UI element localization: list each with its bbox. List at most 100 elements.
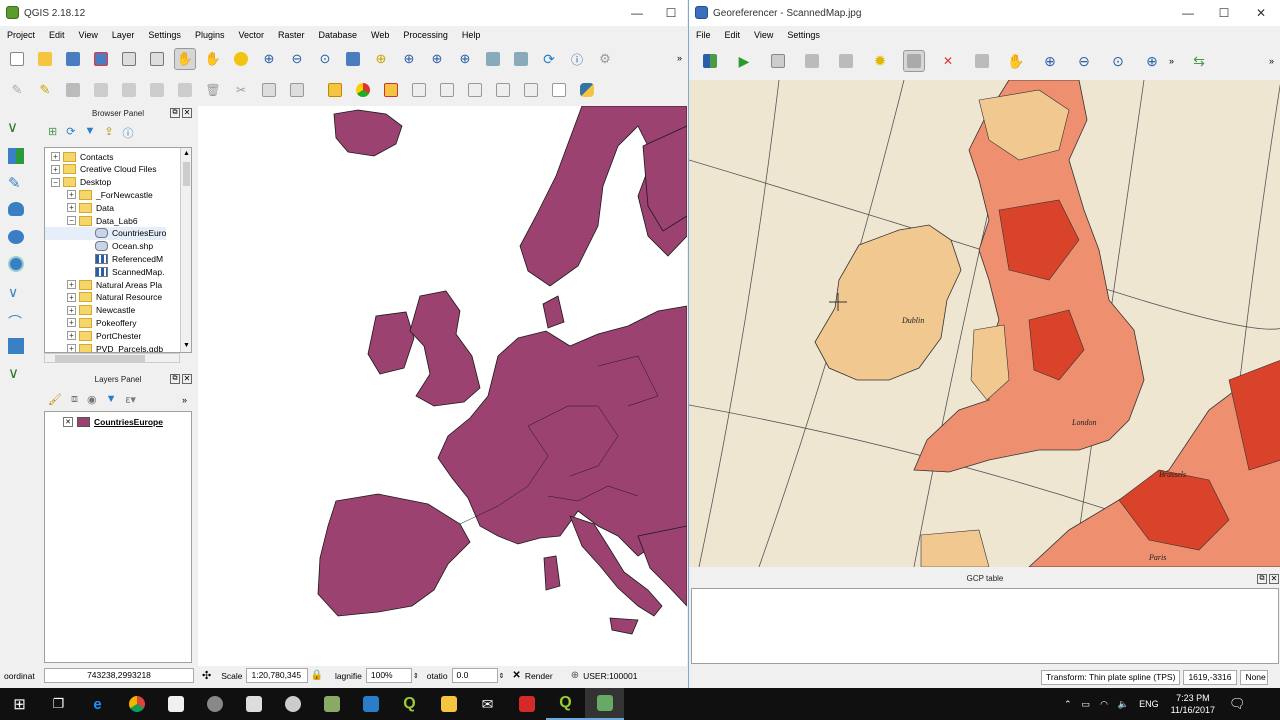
- georef-close-button[interactable]: ✕: [1246, 0, 1276, 26]
- refresh-browser-icon[interactable]: ⟳: [66, 125, 75, 141]
- start-button[interactable]: ⊞: [0, 688, 39, 720]
- add-wfs-icon[interactable]: ⌒: [8, 312, 22, 332]
- save-as-button[interactable]: [90, 48, 112, 70]
- rotation-field[interactable]: 0.0: [451, 668, 498, 683]
- add-wcs-icon[interactable]: ∨: [8, 284, 18, 301]
- qgis-maximize-button[interactable]: ☐: [656, 0, 686, 26]
- georef-toolbar-overflow-2-icon[interactable]: »: [1269, 56, 1274, 66]
- rotate-label-button[interactable]: [464, 79, 486, 101]
- paint-taskbar-button[interactable]: [273, 688, 312, 720]
- add-feature-button[interactable]: [90, 79, 112, 101]
- layer-visibility-checkbox[interactable]: ✕: [63, 417, 73, 427]
- language-indicator[interactable]: ENG: [1139, 699, 1159, 709]
- zoom-native-button[interactable]: ⊙: [314, 48, 336, 70]
- browser-hscrollbar[interactable]: [44, 353, 180, 363]
- menu-project[interactable]: Project: [0, 30, 42, 40]
- add-selected-layers-icon[interactable]: ⊞: [48, 125, 57, 141]
- browser-item[interactable]: + Pokeoffery: [45, 316, 136, 329]
- add-raster-layer-icon[interactable]: [8, 148, 24, 164]
- browser-item[interactable]: + Data: [45, 201, 114, 214]
- move-feature-button[interactable]: [146, 79, 168, 101]
- file-explorer-taskbar-button[interactable]: [429, 688, 468, 720]
- action-center-icon[interactable]: 🗨: [1229, 696, 1246, 712]
- qgis-desktop-taskbar-button[interactable]: Q: [390, 688, 429, 720]
- georef-menu-view[interactable]: View: [747, 30, 780, 40]
- chrome-taskbar-button[interactable]: [117, 688, 156, 720]
- gcp-table[interactable]: [691, 588, 1279, 664]
- georef-taskbar-button[interactable]: [585, 688, 624, 720]
- store-taskbar-button[interactable]: [156, 688, 195, 720]
- composer-manager-button[interactable]: [146, 48, 168, 70]
- georef-menu-file[interactable]: File: [689, 30, 718, 40]
- add-postgis-icon[interactable]: [8, 202, 24, 216]
- network-icon[interactable]: ▭: [1082, 699, 1091, 710]
- add-wms-icon[interactable]: [8, 256, 24, 272]
- action-button[interactable]: ⚙: [594, 48, 616, 70]
- lock-scale-icon[interactable]: 🔒: [310, 670, 322, 681]
- zoom-out-button[interactable]: ⊖: [286, 48, 308, 70]
- volume-icon[interactable]: 🔈: [1118, 699, 1129, 710]
- refresh-button[interactable]: ⟳: [538, 48, 560, 70]
- expand-toggle-icon[interactable]: +: [67, 190, 76, 200]
- zoom-layer-button[interactable]: ⊕: [398, 48, 420, 70]
- clock[interactable]: 7:23 PM 11/16/2017: [1171, 692, 1215, 716]
- filter-expression-icon[interactable]: ε▾: [125, 393, 135, 406]
- save-gcp-button[interactable]: [835, 50, 857, 72]
- menu-edit[interactable]: Edit: [42, 30, 72, 40]
- georef-map-canvas[interactable]: Dublin London Brussels Paris: [689, 80, 1280, 567]
- zoom-selection-button[interactable]: ⊕: [370, 48, 392, 70]
- qgis-browser-taskbar-button[interactable]: [312, 688, 351, 720]
- save-edits-button[interactable]: [62, 79, 84, 101]
- add-vector-layer-icon[interactable]: ∨: [7, 118, 27, 136]
- copy-features-button[interactable]: [258, 79, 280, 101]
- browser-item[interactable]: + _ForNewcastle: [45, 188, 153, 201]
- zoom-last-button[interactable]: ⊕: [426, 48, 448, 70]
- georef-zoom-layer-button[interactable]: ⊙: [1107, 50, 1129, 72]
- new-shapefile-icon[interactable]: [8, 338, 24, 354]
- browser-item[interactable]: − Desktop: [45, 176, 111, 189]
- georef-zoom-last-button[interactable]: ⊕: [1141, 50, 1163, 72]
- georef-menu-settings[interactable]: Settings: [780, 30, 827, 40]
- pan-map-button[interactable]: ✋: [174, 48, 196, 70]
- menu-vector[interactable]: Vector: [231, 30, 271, 40]
- browser-item[interactable]: + PortChester: [45, 329, 141, 342]
- mail-taskbar-button[interactable]: ✉: [468, 688, 507, 720]
- layer-name[interactable]: CountriesEurope: [94, 417, 163, 427]
- start-georeferencing-button[interactable]: ▶: [733, 50, 755, 72]
- expand-toggle-icon[interactable]: +: [51, 164, 60, 174]
- expand-toggle-icon[interactable]: +: [67, 331, 76, 341]
- browser-item[interactable]: − Data_Lab6: [45, 214, 138, 227]
- scroll-up-arrow-icon[interactable]: ▲: [181, 148, 191, 160]
- georef-menu-edit[interactable]: Edit: [718, 30, 748, 40]
- expand-toggle-icon[interactable]: +: [67, 292, 76, 302]
- browser-item[interactable]: + Natural Resource: [45, 291, 162, 304]
- browser-panel-float-button[interactable]: ⧉: [170, 108, 180, 118]
- paste-features-button[interactable]: [286, 79, 308, 101]
- collapse-all-icon[interactable]: ⇪: [104, 125, 113, 141]
- filter-legend-icon[interactable]: ▼: [106, 393, 117, 406]
- edge-taskbar-button[interactable]: e: [78, 688, 117, 720]
- filter-browser-icon[interactable]: ▼: [84, 125, 95, 141]
- open-project-button[interactable]: [34, 48, 56, 70]
- zoom-in-button[interactable]: ⊕: [258, 48, 280, 70]
- properties-icon[interactable]: ⓘ: [123, 125, 134, 141]
- delete-point-button[interactable]: ✕: [937, 50, 959, 72]
- layer-diagram-button[interactable]: [352, 79, 374, 101]
- new-print-composer-button[interactable]: [118, 48, 140, 70]
- change-label-button[interactable]: [492, 79, 514, 101]
- georef-toolbar-overflow-icon[interactable]: »: [1169, 56, 1174, 66]
- expand-toggle-icon[interactable]: +: [51, 152, 60, 161]
- expand-toggle-icon[interactable]: +: [67, 344, 76, 352]
- crs-globe-icon[interactable]: ⊕: [571, 670, 579, 681]
- menu-settings[interactable]: Settings: [141, 30, 188, 40]
- unknown-taskbar-button[interactable]: [351, 688, 390, 720]
- render-checkbox[interactable]: ✕: [512, 670, 520, 681]
- new-project-button[interactable]: [6, 48, 28, 70]
- qgis-minimize-button[interactable]: —: [622, 0, 652, 26]
- pan-hand-button[interactable]: ✋: [202, 48, 224, 70]
- layers-panel-close-button[interactable]: ✕: [182, 374, 192, 384]
- menu-plugins[interactable]: Plugins: [188, 30, 232, 40]
- label-props-button[interactable]: [520, 79, 542, 101]
- visibility-icon[interactable]: ◉: [87, 393, 97, 406]
- wifi-icon[interactable]: ◠: [1100, 699, 1108, 710]
